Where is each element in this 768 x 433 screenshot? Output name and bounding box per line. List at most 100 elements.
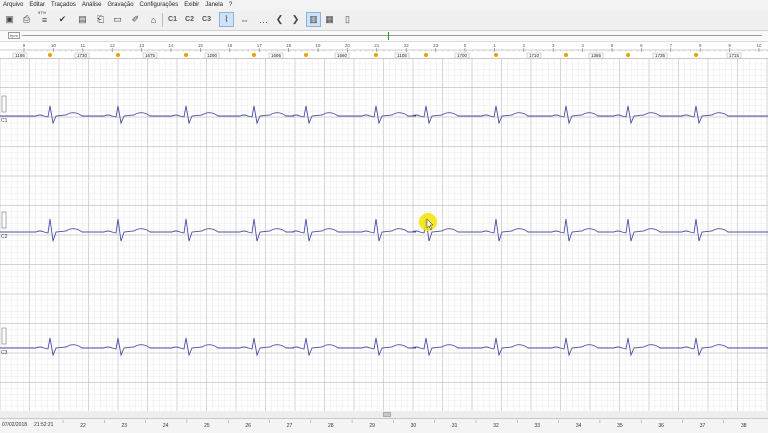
channel-label: C3 — [1, 350, 8, 356]
time-tick-label: 25 — [204, 423, 210, 429]
channel-label: C1 — [1, 118, 8, 124]
channel-scale-bar[interactable] — [1, 327, 7, 345]
ruler-tick-label: 16 — [227, 43, 233, 48]
time-tick-label: 23 — [122, 423, 128, 429]
ruler-tick-label: 7 — [670, 43, 673, 48]
channel-2: C2 — [0, 211, 768, 242]
channel-c1-button[interactable]: C1 — [166, 12, 179, 27]
status-bar: 07/02/2018 21:52:21 22 23 24 25 26 27 28 29 30 31… — [0, 418, 768, 433]
time-tick-label: 36 — [658, 423, 664, 429]
ruler-tick-label: 5 — [611, 43, 614, 48]
ruler-tick-label: 6 — [640, 43, 643, 48]
menu-item-2[interactable]: Traçados — [48, 0, 79, 10]
beat-marker-icon[interactable] — [252, 53, 256, 57]
ruler-tick-label: 18 — [286, 43, 292, 48]
ruler-tick-label: 3 — [552, 43, 555, 48]
channel-3: C3 — [0, 327, 768, 357]
marker-icon[interactable]: ✐ — [128, 12, 143, 27]
arrow-left-icon[interactable]: ❮ — [272, 12, 287, 27]
toolbar-percent-label: 97% — [38, 10, 47, 15]
time-tick-label: 37 — [700, 423, 706, 429]
ruler-tick-label: 14 — [168, 43, 174, 48]
time-tick-label: 29 — [369, 423, 375, 429]
ruler-tick-label: 13 — [139, 43, 145, 48]
beat-marker-icon[interactable] — [116, 53, 120, 57]
toolbar: ▣ ⎙ ≡ ✔ ▤ ⎗ ▭ ✐ ⌂ C1 C2 C3 ⌇ ⇔… ❮ ❯ ▥ ▦ ▯ 97% — [0, 10, 768, 31]
ruler-tick-label: 9 — [23, 43, 26, 48]
ruler-tick-label: 19 — [315, 43, 321, 48]
beat-marker-icon[interactable] — [494, 53, 498, 57]
beat-marker-icon[interactable] — [694, 53, 698, 57]
time-tick-label: 27 — [287, 423, 293, 429]
printer-icon[interactable]: ⎙ — [19, 12, 34, 27]
dots-icon[interactable]: … — [256, 12, 271, 27]
time-tick-label: 26 — [245, 423, 251, 429]
ruler-tick-label: 20 — [345, 43, 351, 48]
ecg-trace[interactable] — [0, 218, 768, 242]
overview-unit-label: bpm — [8, 32, 20, 39]
channel-1: C1 — [0, 95, 768, 125]
tape-icon[interactable]: ▭ — [110, 12, 125, 27]
beat-marker-icon[interactable] — [374, 53, 378, 57]
layout-page-icon[interactable]: ▯ — [340, 12, 355, 27]
ecg-grid[interactable]: C1 C2 C3 — [0, 57, 768, 419]
time-axis: 22 23 24 25 26 27 28 29 30 31 32 33 34 35 36 37 38 — [62, 420, 747, 429]
ecg-chart[interactable]: C1 C2 C3 — [0, 57, 768, 419]
ruler-tick-label: 17 — [257, 43, 263, 48]
scanner-icon[interactable]: ▤ — [75, 12, 90, 27]
channel-scale-bar[interactable] — [1, 95, 7, 113]
scrollbar-thumb[interactable] — [383, 412, 391, 417]
overview-position-marker[interactable] — [388, 32, 389, 40]
ruler-tick-label: 10 — [756, 43, 762, 48]
interval-measure-icon[interactable]: ⇔ — [237, 12, 252, 27]
menu-item-7[interactable]: Janela — [202, 0, 226, 10]
arrow-right-icon[interactable]: ❯ — [288, 12, 303, 27]
checkmark-icon[interactable]: ✔ — [55, 12, 70, 27]
horizontal-scrollbar[interactable] — [0, 411, 768, 418]
print-preview-icon[interactable]: ⎗ — [93, 12, 108, 27]
ruler-tick-label: 0 — [464, 43, 467, 48]
ruler-tick-label: 12 — [110, 43, 116, 48]
ruler-tick-label: 9 — [728, 43, 731, 48]
ruler-tick-label: 15 — [198, 43, 204, 48]
beat-marker-icon[interactable] — [48, 53, 52, 57]
ruler-tick-label: 2 — [523, 43, 526, 48]
channel-scale-bar[interactable] — [1, 211, 7, 229]
layout-single-icon[interactable]: ▥ — [306, 12, 321, 27]
ruler-tick-label: 22 — [404, 43, 410, 48]
ruler-tick-label: 21 — [374, 43, 380, 48]
beat-marker-icon[interactable] — [626, 53, 630, 57]
menu-item-1[interactable]: Editar — [26, 0, 48, 10]
time-tick-label: 30 — [411, 423, 417, 429]
ecg-trace[interactable] — [0, 337, 768, 357]
time-ruler: 9 10 11 12 13 14 15 16 17 18 19 20 21 22 23 0 1 2 3 4 5 6 7 8 9 1… — [0, 42, 768, 59]
menu-item-4[interactable]: Gravação — [105, 0, 137, 10]
beat-marker-icon[interactable] — [184, 53, 188, 57]
ruler-tick-label: 23 — [433, 43, 439, 48]
time-tick-label: 38 — [741, 423, 747, 429]
menu-item-3[interactable]: Análise — [79, 0, 105, 10]
time-tick-label: 35 — [617, 423, 623, 429]
menu-item-6[interactable]: Exibir — [181, 0, 202, 10]
time-tick-label: 28 — [328, 423, 334, 429]
beat-marker-icon[interactable] — [564, 53, 568, 57]
ecg-cursor-icon[interactable]: ⌇ — [219, 12, 234, 27]
channel-c3-button[interactable]: C3 — [200, 12, 213, 27]
time-tick-label: 22 — [80, 423, 86, 429]
channel-c2-button[interactable]: C2 — [183, 12, 196, 27]
ecg-trace[interactable] — [0, 105, 768, 125]
layout-film-icon[interactable]: ▦ — [322, 12, 337, 27]
menu-item-0[interactable]: Arquivo — [0, 0, 26, 10]
heart-rate-overview[interactable]: bpm — [0, 31, 768, 42]
time-tick-label: 33 — [535, 423, 541, 429]
beat-marker-icon[interactable] — [424, 53, 428, 57]
menu-item-5[interactable]: Configurações — [137, 0, 182, 10]
time-tick-label: 34 — [576, 423, 582, 429]
menu-item-8[interactable]: ? — [226, 0, 235, 10]
ruler-tick-label: 10 — [51, 43, 57, 48]
overview-trend-line — [22, 35, 762, 36]
pin-icon[interactable]: ⌂ — [146, 12, 161, 27]
ruler-tick-label: 8 — [699, 43, 702, 48]
cube-icon[interactable]: ▣ — [2, 12, 17, 27]
beat-marker-icon[interactable] — [304, 53, 308, 57]
